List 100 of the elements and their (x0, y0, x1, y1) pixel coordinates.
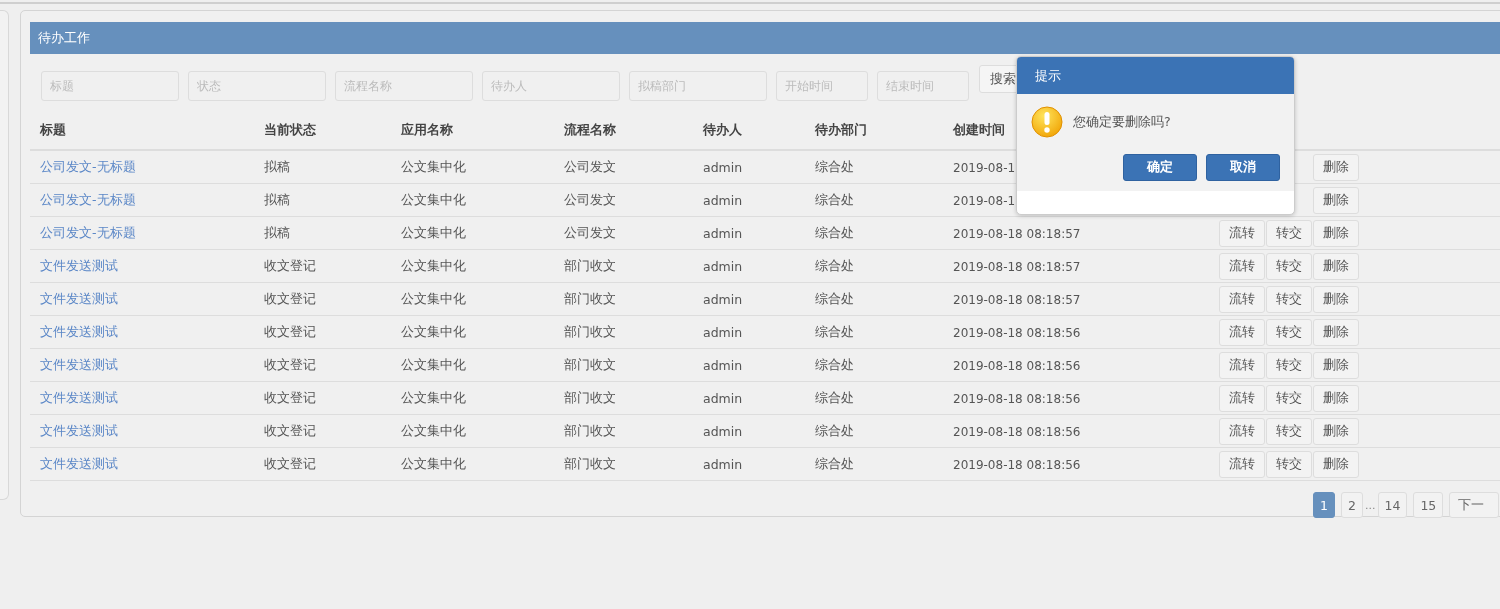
table-cell: 2019-08-1 (953, 160, 1016, 175)
table-cell: 拟稿 (264, 158, 290, 174)
action-button[interactable]: 删除 (1313, 450, 1359, 478)
table-cell: admin (703, 324, 743, 340)
column-header: 应用名称 (401, 122, 453, 137)
action-button[interactable]: 流转 (1219, 318, 1265, 346)
action-button[interactable]: 删除 (1313, 153, 1359, 181)
table-cell: 收文登记 (264, 389, 316, 405)
table-cell: 公文集中化 (401, 257, 466, 273)
table-cell: 综合处 (815, 158, 854, 174)
table-cell: 拟稿 (264, 224, 290, 240)
action-button[interactable]: 转交 (1266, 450, 1312, 478)
column-header: 待办人 (703, 122, 742, 137)
action-button[interactable]: 流转 (1219, 219, 1265, 247)
page-button[interactable]: 2 (1341, 492, 1363, 518)
table-cell: 公文集中化 (401, 191, 466, 207)
action-button[interactable]: 删除 (1313, 384, 1359, 412)
table-cell: 综合处 (815, 356, 854, 372)
page-button[interactable]: 15 (1413, 492, 1444, 518)
action-button[interactable]: 转交 (1266, 318, 1312, 346)
table-cell: 2019-08-18 08:18:56 (953, 325, 1081, 340)
action-button[interactable]: 删除 (1313, 186, 1359, 214)
column-header: 待办部门 (815, 122, 867, 137)
table-cell: 综合处 (815, 455, 854, 471)
table-cell: 2019-08-18 08:18:56 (953, 358, 1081, 373)
table-cell: 收文登记 (264, 257, 316, 273)
table-cell: 收文登记 (264, 422, 316, 438)
table-cell: 2019-08-18 08:18:56 (953, 424, 1081, 439)
table-cell: 部门收文 (564, 257, 616, 273)
table-cell: admin (703, 291, 743, 307)
table-cell: 公司发文 (564, 158, 616, 174)
table-cell: 公文集中化 (401, 356, 466, 372)
dialog-button[interactable]: 确定 (1123, 154, 1197, 181)
table-cell: 2019-08-18 08:18:57 (953, 226, 1081, 241)
action-button[interactable]: 流转 (1219, 351, 1265, 379)
table-cell: 部门收文 (564, 422, 616, 438)
action-button[interactable]: 转交 (1266, 417, 1312, 445)
table-cell: 综合处 (815, 323, 854, 339)
table-cell: admin (703, 423, 743, 439)
table-cell: 2019-08-1 (953, 193, 1016, 208)
table-cell: 综合处 (815, 191, 854, 207)
table-cell: 部门收文 (564, 290, 616, 306)
table-cell: 公文集中化 (401, 422, 466, 438)
table-cell: 拟稿 (264, 191, 290, 207)
action-button[interactable]: 流转 (1219, 384, 1265, 412)
action-button[interactable]: 转交 (1266, 252, 1312, 280)
table-cell: admin (703, 258, 743, 274)
table-cell: 公文集中化 (401, 158, 466, 174)
dialog-title: 提示 (1017, 57, 1294, 94)
table-cell: 2019-08-18 08:18:56 (953, 457, 1081, 472)
column-header: 创建时间 (953, 122, 1005, 137)
table-cell: 公文集中化 (401, 290, 466, 306)
action-button[interactable]: 流转 (1219, 252, 1265, 280)
action-button[interactable]: 删除 (1313, 351, 1359, 379)
action-button[interactable]: 流转 (1219, 285, 1265, 313)
table-cell: 部门收文 (564, 356, 616, 372)
action-button[interactable]: 删除 (1313, 318, 1359, 346)
table-cell: 公文集中化 (401, 455, 466, 471)
pagination-ellipsis: ... (1365, 498, 1376, 512)
table-cell: 部门收文 (564, 455, 616, 471)
table-cell: 收文登记 (264, 290, 316, 306)
warning-icon (1031, 106, 1063, 138)
action-button[interactable]: 转交 (1266, 351, 1312, 379)
action-button[interactable]: 转交 (1266, 384, 1312, 412)
column-header: 当前状态 (264, 122, 316, 137)
table-cell: 综合处 (815, 422, 854, 438)
next-page-button[interactable]: 下一 (1449, 492, 1500, 518)
table-cell: 2019-08-18 08:18:56 (953, 391, 1081, 406)
column-header: 标题 (40, 122, 66, 137)
table-cell: 公文集中化 (401, 224, 466, 240)
action-button[interactable]: 转交 (1266, 219, 1312, 247)
table-cell: 收文登记 (264, 323, 316, 339)
table-cell: 收文登记 (264, 356, 316, 372)
dialog-button[interactable]: 取消 (1206, 154, 1280, 181)
table-cell: 综合处 (815, 290, 854, 306)
action-button[interactable]: 流转 (1219, 417, 1265, 445)
table-cell: admin (703, 357, 743, 373)
table-cell: 2019-08-18 08:18:57 (953, 259, 1081, 274)
table-cell: 综合处 (815, 257, 854, 273)
panel-title: 待办工作 (30, 22, 1500, 54)
action-button[interactable]: 删除 (1313, 417, 1359, 445)
table-cell: 2019-08-18 08:18:57 (953, 292, 1081, 307)
column-header: 流程名称 (564, 122, 616, 137)
table-cell: 综合处 (815, 389, 854, 405)
action-button[interactable]: 转交 (1266, 285, 1312, 313)
table-cell: 综合处 (815, 224, 854, 240)
table-cell: admin (703, 456, 743, 472)
table-cell: admin (703, 225, 743, 241)
action-button[interactable]: 删除 (1313, 285, 1359, 313)
table-cell: 收文登记 (264, 455, 316, 471)
action-button[interactable]: 删除 (1313, 219, 1359, 247)
table-cell: 部门收文 (564, 323, 616, 339)
action-button[interactable]: 删除 (1313, 252, 1359, 280)
table-cell: admin (703, 192, 743, 208)
page-button[interactable]: 14 (1377, 492, 1408, 518)
action-button[interactable]: 流转 (1219, 450, 1265, 478)
table-cell: 部门收文 (564, 389, 616, 405)
table-cell: 公文集中化 (401, 389, 466, 405)
table-cell: admin (703, 159, 743, 175)
table-cell: 公司发文 (564, 224, 616, 240)
